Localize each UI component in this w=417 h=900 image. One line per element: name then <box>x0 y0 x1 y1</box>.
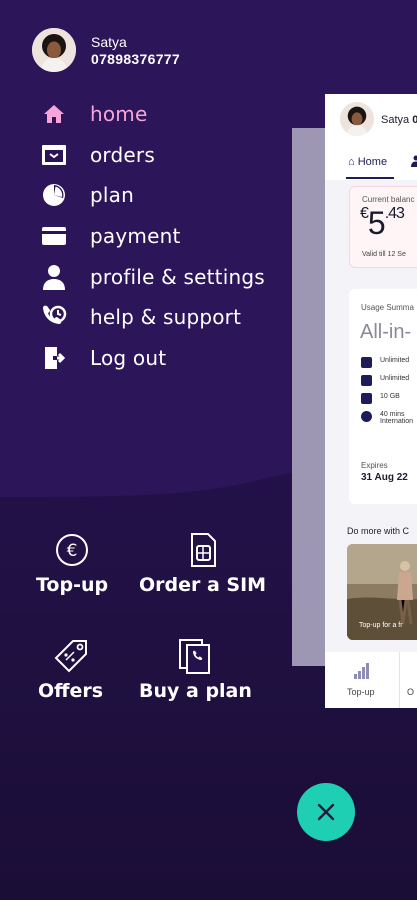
preview-nav-second: O <box>407 687 415 697</box>
preview-promo-caption: Top-up for a fr <box>359 622 403 629</box>
buy-plan-label: Buy a plan <box>139 680 252 702</box>
user-phone-number: 07898376777 <box>91 51 180 67</box>
preview-nav-topup: Top-up <box>347 687 375 697</box>
preview-user-number: 0 <box>412 114 417 126</box>
menu-item-home[interactable]: home <box>40 94 265 135</box>
preview-avatar <box>340 102 374 136</box>
menu-label: home <box>90 102 148 127</box>
preview-feature: Unlimited <box>361 375 409 386</box>
preview-balance-whole: 5 <box>367 205 386 241</box>
phone-plan-icon <box>177 638 213 674</box>
preview-expires-date: 31 Aug 22 <box>361 472 408 483</box>
close-menu-button[interactable] <box>297 783 355 841</box>
preview-currency: € <box>360 205 369 222</box>
preview-user: Satya 0 <box>381 114 417 126</box>
topup-action[interactable]: € Top-up <box>36 532 108 596</box>
preview-tab-home: ⌂ Home <box>348 156 387 168</box>
preview-feature-text: 40 mins Internation <box>380 411 414 425</box>
menu-item-log-out[interactable]: Log out <box>40 338 265 379</box>
preview-home-icon: ⌂ <box>348 156 355 168</box>
globe-icon <box>361 411 372 422</box>
order-sim-label: Order a SIM <box>139 574 267 596</box>
buy-plan-action[interactable]: Buy a plan <box>139 638 252 702</box>
orders-icon <box>40 141 68 169</box>
menu-label: profile & settings <box>90 264 265 289</box>
preview-feature-text: Unlimited <box>380 375 410 382</box>
preview-feature: 40 mins Internation <box>361 411 413 425</box>
preview-tab-home-label: Home <box>357 156 388 168</box>
menu-item-payment[interactable]: payment <box>40 216 265 257</box>
user-name: Satya <box>91 34 127 50</box>
menu-item-help-support[interactable]: help & support <box>40 297 265 338</box>
preview-usage-label: Usage Summa <box>361 303 414 312</box>
menu-label: Log out <box>90 345 167 370</box>
sms-icon <box>361 375 372 386</box>
preview-feature: 10 GB <box>361 393 400 404</box>
avatar[interactable] <box>32 28 76 72</box>
preview-usage-card: Usage Summa All-in- Unlimited Unlimited … <box>349 289 417 504</box>
sim-icon <box>185 532 221 568</box>
preview-balance-valid: Valid till 12 Se <box>362 251 406 258</box>
signal-icon <box>354 663 369 679</box>
data-icon <box>361 393 372 404</box>
topup-label: Top-up <box>36 574 109 596</box>
avatar-image <box>32 28 76 72</box>
preview-plan-name: All-in- <box>360 321 412 343</box>
preview-header: Satya 0 ⌂ Home <box>325 94 417 180</box>
preview-nav-divider <box>399 652 400 708</box>
preview-balance-decimal: .43 <box>384 205 405 222</box>
side-menu: home orders plan payment profile & setti… <box>40 94 265 378</box>
menu-item-plan[interactable]: plan <box>40 175 265 216</box>
tag-icon <box>53 638 89 674</box>
call-icon <box>361 357 372 368</box>
preview-balance-label: Current balanc <box>362 195 415 204</box>
menu-item-profile-settings[interactable]: profile & settings <box>40 256 265 297</box>
close-icon <box>317 803 335 821</box>
menu-label: payment <box>90 224 181 249</box>
preview-balance-card: Current balanc €5.43 Valid till 12 Se <box>349 186 417 268</box>
offers-action[interactable]: Offers <box>38 638 103 702</box>
menu-label: plan <box>90 183 134 208</box>
preview-bottom-nav: Top-up O <box>325 652 417 708</box>
preview-balance-value: €5.43 <box>360 205 405 242</box>
logout-icon <box>40 344 68 372</box>
preview-user-name: Satya <box>381 114 410 126</box>
support-icon <box>40 303 68 331</box>
preview-feature-text: Unlimited <box>380 357 410 364</box>
preview-tab-underline <box>346 177 394 179</box>
order-sim-action[interactable]: Order a SIM <box>139 532 266 596</box>
menu-label: orders <box>90 142 155 167</box>
profile-icon <box>40 263 68 291</box>
euro-icon: € <box>54 532 90 568</box>
home-screen-preview[interactable]: Satya 0 ⌂ Home Current balanc €5.43 Vali… <box>325 94 417 708</box>
menu-label: help & support <box>90 305 242 330</box>
preview-feature: Unlimited <box>361 357 409 368</box>
preview-expires-label: Expires <box>361 461 388 470</box>
preview-feature-text: 10 GB <box>380 393 400 400</box>
card-icon <box>40 222 68 250</box>
offers-label: Offers <box>38 680 104 702</box>
svg-text:€: € <box>67 541 78 561</box>
home-icon <box>40 100 68 128</box>
plan-icon <box>40 181 68 209</box>
menu-item-orders[interactable]: orders <box>40 135 265 176</box>
preview-user-tab-icon <box>411 155 417 167</box>
preview-do-more: Do more with C <box>347 526 410 536</box>
